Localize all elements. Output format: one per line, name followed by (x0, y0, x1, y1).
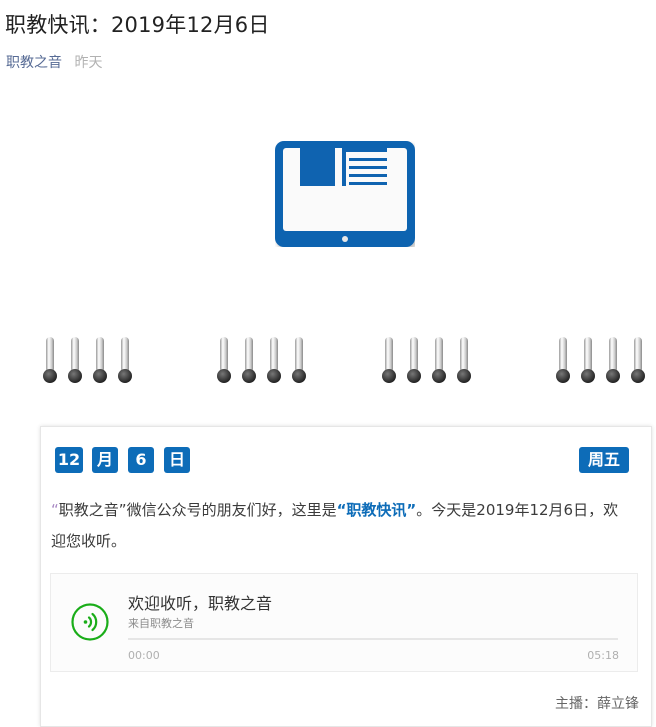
binder-ring-icon (631, 337, 645, 383)
binder-ring-icon (93, 337, 107, 383)
audio-progress-bar[interactable] (128, 638, 618, 640)
ring-group (42, 335, 134, 385)
binder-ring-icon (382, 337, 396, 383)
date-tag-month-label: 月 (92, 447, 118, 473)
binder-ring-icon (581, 337, 595, 383)
binder-ring-icon (606, 337, 620, 383)
binder-rings (0, 335, 656, 385)
intro-quote-mark: “ (51, 501, 59, 519)
binder-ring-icon (217, 337, 231, 383)
binder-ring-icon (242, 337, 256, 383)
intro-account-name: 职教之音” (58, 501, 127, 519)
intro-paragraph: “职教之音”微信公众号的朋友们好，这里是“职教快讯”。今天是2019年12月6日… (51, 495, 621, 557)
date-tag-day-number: 6 (128, 447, 154, 473)
publish-date: 昨天 (74, 55, 103, 71)
weekday-tag: 周五 (579, 447, 629, 473)
audio-source: 来自职教之音 (128, 617, 194, 630)
audio-duration: 05:18 (587, 649, 619, 662)
account-link[interactable]: 职教之音 (6, 55, 62, 71)
date-tag-day-label: 日 (164, 447, 190, 473)
audio-current-time: 00:00 (128, 649, 160, 662)
binder-ring-icon (43, 337, 57, 383)
binder-ring-icon (556, 337, 570, 383)
host-credit: 主播：薛立锋 (555, 696, 639, 712)
binder-ring-icon (68, 337, 82, 383)
tablet-document-icon (275, 141, 415, 247)
binder-ring-icon (267, 337, 281, 383)
binder-ring-icon (457, 337, 471, 383)
audio-play-icon[interactable] (71, 603, 109, 641)
audio-title: 欢迎收听，职教之音 (128, 594, 273, 613)
article-title: 职教快讯：2019年12月6日 (5, 13, 270, 37)
binder-ring-icon (432, 337, 446, 383)
binder-ring-icon (292, 337, 306, 383)
ring-group (381, 335, 473, 385)
audio-player[interactable]: 欢迎收听，职教之音 来自职教之音 00:00 05:18 (50, 573, 638, 672)
news-card: 12 月 6 日 周五 “职教之音”微信公众号的朋友们好，这里是“职教快讯”。今… (40, 426, 652, 727)
article-meta: 职教之音 昨天 (6, 52, 102, 72)
intro-text-1: 微信公众号的朋友们好，这里是 (126, 501, 337, 519)
ring-group (555, 335, 647, 385)
date-tag-month-number: 12 (55, 447, 83, 473)
binder-ring-icon (407, 337, 421, 383)
binder-ring-icon (118, 337, 132, 383)
intro-highlight: “职教快讯” (336, 501, 417, 519)
ring-group (216, 335, 308, 385)
